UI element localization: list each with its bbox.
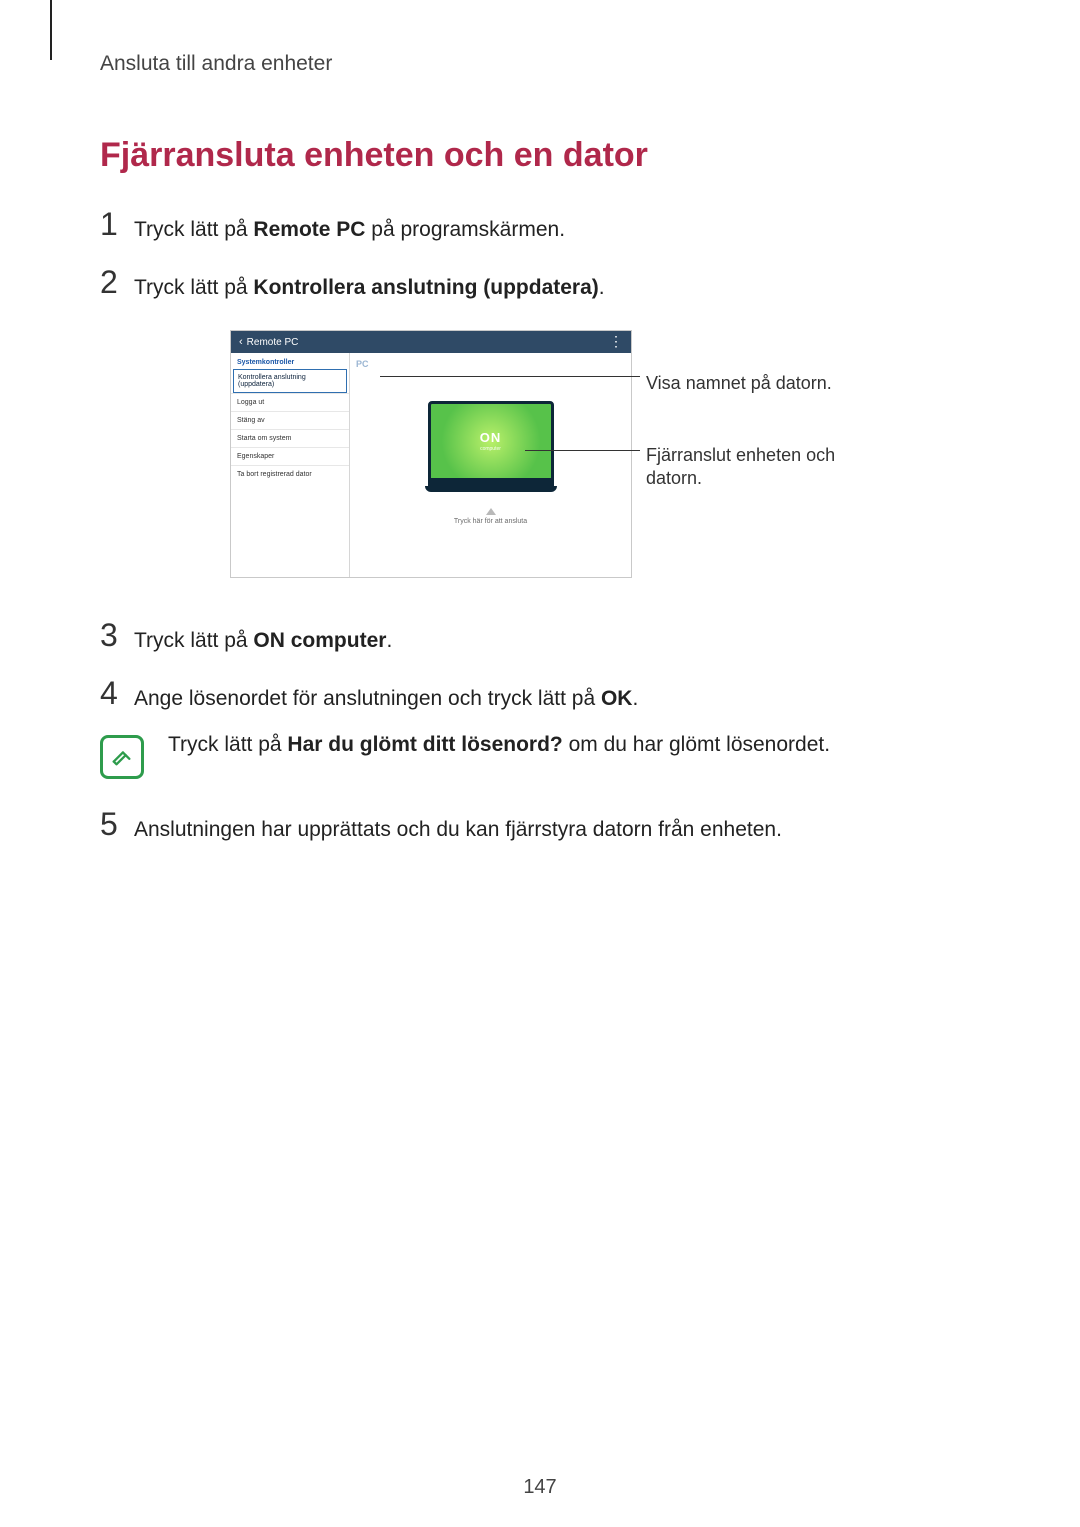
note-icon (100, 735, 144, 779)
step-5: 5 Anslutningen har upprättats och du kan… (100, 807, 980, 847)
callout-line (380, 376, 640, 377)
device-header: ‹ Remote PC ⋮ (231, 331, 631, 353)
note-post: om du har glömt lösenordet. (563, 733, 830, 756)
step-text: Ange lösenordet för anslutningen och try… (134, 676, 638, 716)
callout-line (525, 450, 640, 451)
step-text: Tryck lätt på Remote PC på programskärme… (134, 207, 565, 247)
note: Tryck lätt på Har du glömt ditt lösenord… (100, 733, 980, 779)
step-text: Tryck lätt på ON computer. (134, 618, 392, 658)
step-text-bold: OK (601, 687, 633, 710)
laptop-illustration[interactable]: ON computer (425, 401, 557, 492)
back-button[interactable]: ‹ Remote PC (239, 336, 298, 348)
margin-rule (50, 0, 52, 60)
page-number: 147 (0, 1476, 1080, 1499)
sidebar-item-unregister[interactable]: Ta bort registrerad dator (231, 465, 349, 483)
step-text-bold: Remote PC (253, 218, 365, 241)
page-heading: Fjärransluta enheten och en dator (100, 136, 980, 175)
step-number: 1 (100, 207, 134, 242)
step-text: Tryck lätt på Kontrollera anslutning (up… (134, 265, 605, 305)
arrow-up-icon (486, 508, 496, 515)
laptop-base (425, 486, 557, 492)
chevron-left-icon: ‹ (239, 336, 243, 348)
note-bold: Har du glömt ditt lösenord? (287, 733, 562, 756)
more-icon[interactable]: ⋮ (609, 339, 623, 345)
step-text-post: på programskärmen. (365, 218, 565, 241)
device-body: Systemkontroller Kontrollera anslutning … (231, 353, 631, 577)
device-frame: ‹ Remote PC ⋮ Systemkontroller Kontrolle… (230, 330, 632, 578)
sidebar-item-logout[interactable]: Logga ut (231, 393, 349, 411)
sidebar-item-shutdown[interactable]: Stäng av (231, 411, 349, 429)
note-text: Tryck lätt på Har du glömt ditt lösenord… (168, 733, 830, 757)
device-main-pane: PC ON computer Tryck här för att ansluta (350, 353, 631, 577)
step-text-pre: Tryck lätt på (134, 218, 253, 241)
connect-hint-text: Tryck här för att ansluta (454, 518, 527, 525)
step-text-post: . (599, 276, 605, 299)
step-number: 2 (100, 265, 134, 300)
sidebar-item-restart[interactable]: Starta om system (231, 429, 349, 447)
laptop-screen: ON computer (428, 401, 554, 486)
step-text-pre: Tryck lätt på (134, 629, 253, 652)
step-text-post: . (632, 687, 638, 710)
step-text-bold: Kontrollera anslutning (uppdatera) (253, 276, 598, 299)
note-pre: Tryck lätt på (168, 733, 287, 756)
sidebar-title: Systemkontroller (231, 353, 349, 370)
screen-sub-text: computer (480, 446, 502, 452)
sidebar-item-properties[interactable]: Egenskaper (231, 447, 349, 465)
header-title: Remote PC (247, 337, 299, 348)
callout-remote-connect: Fjärranslut enheten och datorn. (646, 444, 846, 489)
step-3: 3 Tryck lätt på ON computer. (100, 618, 980, 658)
step-number: 3 (100, 618, 134, 653)
step-text-pre: Ange lösenordet för anslutningen och try… (134, 687, 601, 710)
step-text-bold: ON computer (253, 629, 386, 652)
section-label: Ansluta till andra enheter (100, 52, 980, 76)
figure: ‹ Remote PC ⋮ Systemkontroller Kontrolle… (230, 330, 850, 578)
pc-name-label[interactable]: PC (356, 359, 369, 369)
step-number: 5 (100, 807, 134, 842)
step-number: 4 (100, 676, 134, 711)
step-text: Anslutningen har upprättats och du kan f… (134, 807, 782, 847)
step-2: 2 Tryck lätt på Kontrollera anslutning (… (100, 265, 980, 305)
connect-hint[interactable]: Tryck här för att ansluta (454, 508, 527, 525)
step-4: 4 Ange lösenordet för anslutningen och t… (100, 676, 980, 716)
step-1: 1 Tryck lätt på Remote PC på programskär… (100, 207, 980, 247)
callout-pc-name: Visa namnet på datorn. (646, 372, 836, 395)
screen-on-text: ON (480, 430, 502, 445)
device-sidebar: Systemkontroller Kontrollera anslutning … (231, 353, 350, 577)
step-text-pre: Tryck lätt på (134, 276, 253, 299)
sidebar-item-check-connection[interactable]: Kontrollera anslutning (uppdatera) (233, 369, 347, 393)
step-text-post: . (386, 629, 392, 652)
